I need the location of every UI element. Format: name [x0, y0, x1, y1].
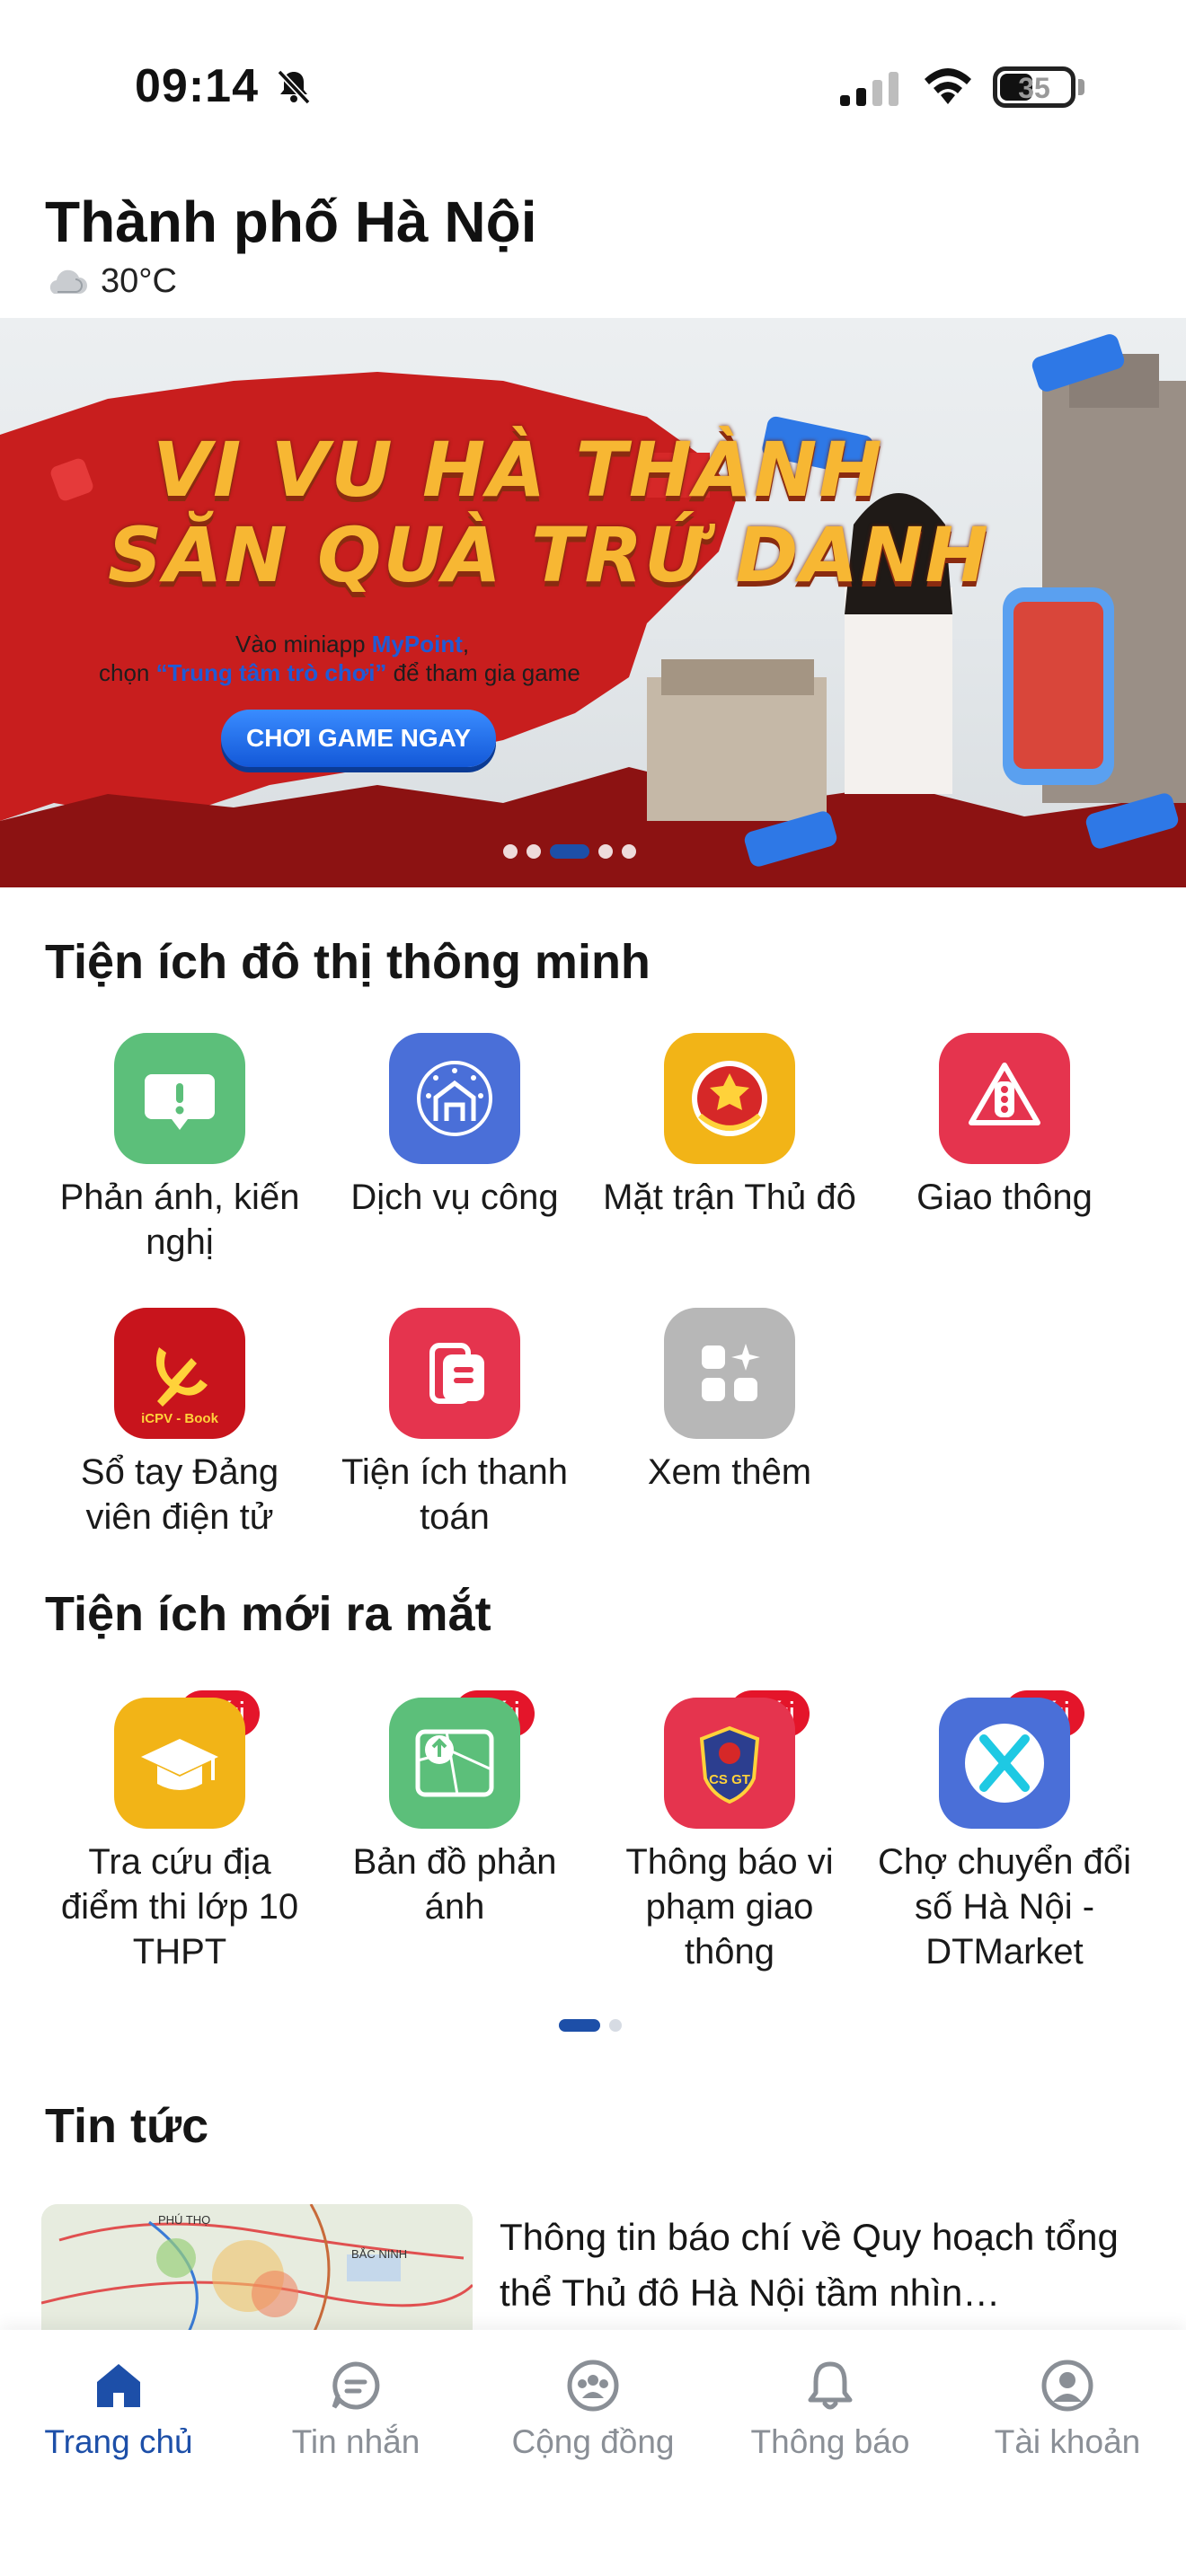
bell-icon	[808, 2361, 853, 2410]
banner-artwork	[0, 334, 1186, 887]
news-thumbnail[interactable]: PHÚ THỌ BẮC NINH	[41, 2204, 473, 2339]
map-label-bac-ninh: BẮC NINH	[351, 2247, 407, 2261]
nav-community[interactable]: Cộng đồng	[474, 2330, 712, 2576]
banner-dot[interactable]	[503, 844, 518, 859]
home-icon	[97, 2364, 140, 2407]
utility-front[interactable]: Mặt trận Thủ đô	[599, 1033, 860, 1220]
planning-map-image: PHÚ THỌ BẮC NINH	[41, 2204, 473, 2339]
battery-cap	[1078, 79, 1084, 95]
banner-pagination[interactable]	[503, 844, 636, 859]
wifi-icon	[925, 68, 971, 104]
utility-label: Dịch vụ công	[350, 1178, 559, 1217]
feedback-map-icon	[389, 1698, 520, 1829]
chat-icon	[332, 2361, 380, 2410]
play-game-button[interactable]: CHƠI GAME NGAY	[221, 710, 496, 767]
nav-label: Trang chủ	[44, 2423, 193, 2460]
promo-banner[interactable]: VI VU HÀ THÀNH SĂN QUÀ TRỨ DANH Vào mini…	[0, 318, 1186, 887]
dtmarket-icon	[939, 1698, 1070, 1829]
status-bar: 09:14 35	[0, 0, 1186, 171]
weather-temperature: 30°C	[101, 262, 177, 300]
new-utility-label: Chợ chuyển đổi số Hà Nội - DTMarket	[878, 1842, 1131, 1972]
new-utility-label: Tra cứu địa điểm thi lớp 10 THPT	[60, 1842, 299, 1972]
new-utilities-title: Tiện ích mới ra mắt	[45, 1587, 491, 1641]
feedback-icon	[114, 1033, 245, 1164]
status-time: 09:14	[135, 60, 259, 112]
utility-feedback[interactable]: Phản ánh, kiến nghị	[49, 1033, 310, 1265]
cloud-icon	[49, 269, 87, 294]
weather-widget: 30°C	[45, 262, 177, 301]
bottom-navigation: Trang chủ Tin nhắn Cộng đồng Thông báo T…	[0, 2330, 1186, 2576]
more-apps-icon	[664, 1308, 795, 1439]
payment-icon	[389, 1308, 520, 1439]
nav-label: Tin nhắn	[291, 2423, 420, 2460]
utility-party-handbook[interactable]: iCPV - Book Sổ tay Đảng viên điện tử	[49, 1308, 310, 1539]
traffic-police-icon: CS GT	[664, 1698, 795, 1829]
handbook-badge-text: iCPV - Book	[141, 1411, 218, 1426]
new-utility-label: Bản đồ phản ánh	[352, 1842, 557, 1927]
utility-label: Mặt trận Thủ đô	[603, 1178, 856, 1217]
news-item-title[interactable]: Thông tin báo chí về Quy hoạch tổng thể …	[500, 2210, 1146, 2321]
utility-public-service[interactable]: Dịch vụ công	[324, 1033, 585, 1220]
utility-label: Giao thông	[916, 1178, 1093, 1217]
traffic-light-icon	[939, 1033, 1070, 1164]
nav-notifications[interactable]: Thông báo	[712, 2330, 949, 2576]
nav-home[interactable]: Trang chủ	[0, 2330, 237, 2576]
battery-indicator: 35	[993, 66, 1075, 108]
banner-dot[interactable]	[598, 844, 613, 859]
nav-label: Tài khoản	[994, 2423, 1141, 2460]
nav-account[interactable]: Tài khoản	[949, 2330, 1186, 2576]
banner-dot[interactable]	[622, 844, 636, 859]
utility-label: Sổ tay Đảng viên điện tử	[80, 1452, 279, 1537]
banner-subtitle-line2: chọn “Trung tâm trò chơi” để tham gia ga…	[99, 659, 580, 686]
battery-level: 35	[1018, 72, 1050, 104]
utility-label: Phản ánh, kiến nghị	[59, 1178, 300, 1262]
utility-payment[interactable]: Tiện ích thanh toán	[324, 1308, 585, 1539]
smart-utilities-title: Tiện ích đô thị thông minh	[45, 935, 651, 989]
banner-dot[interactable]	[527, 844, 541, 859]
banner-dot-active[interactable]	[550, 844, 589, 859]
utility-traffic[interactable]: Giao thông	[874, 1033, 1135, 1220]
new-utility-exam-lookup[interactable]: Mới Tra cứu địa điểm thi lớp 10 THPT	[49, 1690, 310, 1974]
party-handbook-icon: iCPV - Book	[114, 1308, 245, 1439]
police-badge-text: CS GT	[709, 1772, 750, 1787]
banner-title-line1: VI VU HÀ THÀNH	[153, 426, 884, 514]
new-utility-feedback-map[interactable]: Mới Bản đồ phản ánh	[324, 1690, 585, 1929]
new-utility-traffic-violation[interactable]: Mới CS GT Thông báo vi phạm giao thông	[599, 1690, 860, 1974]
bell-off-icon	[277, 69, 311, 105]
nav-label: Cộng đồng	[511, 2423, 675, 2460]
new-utility-dtmarket[interactable]: Mới Chợ chuyển đổi số Hà Nội - DTMarket	[874, 1690, 1135, 1974]
utility-more[interactable]: Xem thêm	[599, 1308, 860, 1495]
utility-label: Xem thêm	[647, 1452, 812, 1492]
nav-label: Thông báo	[750, 2423, 910, 2460]
new-utilities-pagination[interactable]	[559, 2019, 622, 2032]
cellular-signal-icon	[840, 72, 898, 106]
banner-title-line2: SĂN QUÀ TRỨ DANH	[108, 511, 990, 599]
banner-subtitle-line1: Vào miniapp MyPoint,	[235, 631, 470, 657]
page-dot-active[interactable]	[559, 2019, 600, 2032]
nav-messages[interactable]: Tin nhắn	[237, 2330, 474, 2576]
community-icon	[567, 2360, 619, 2412]
map-label-phu-tho: PHÚ THỌ	[158, 2213, 210, 2227]
front-emblem-icon	[664, 1033, 795, 1164]
public-service-icon	[389, 1033, 520, 1164]
utility-label: Tiện ích thanh toán	[341, 1452, 568, 1537]
city-title: Thành phố Hà Nội	[45, 190, 537, 254]
news-title: Tin tức	[45, 2099, 209, 2153]
new-utility-label: Thông báo vi phạm giao thông	[625, 1842, 834, 1972]
page-dot[interactable]	[609, 2019, 622, 2032]
account-icon	[1041, 2360, 1093, 2412]
graduation-cap-icon	[114, 1698, 245, 1829]
